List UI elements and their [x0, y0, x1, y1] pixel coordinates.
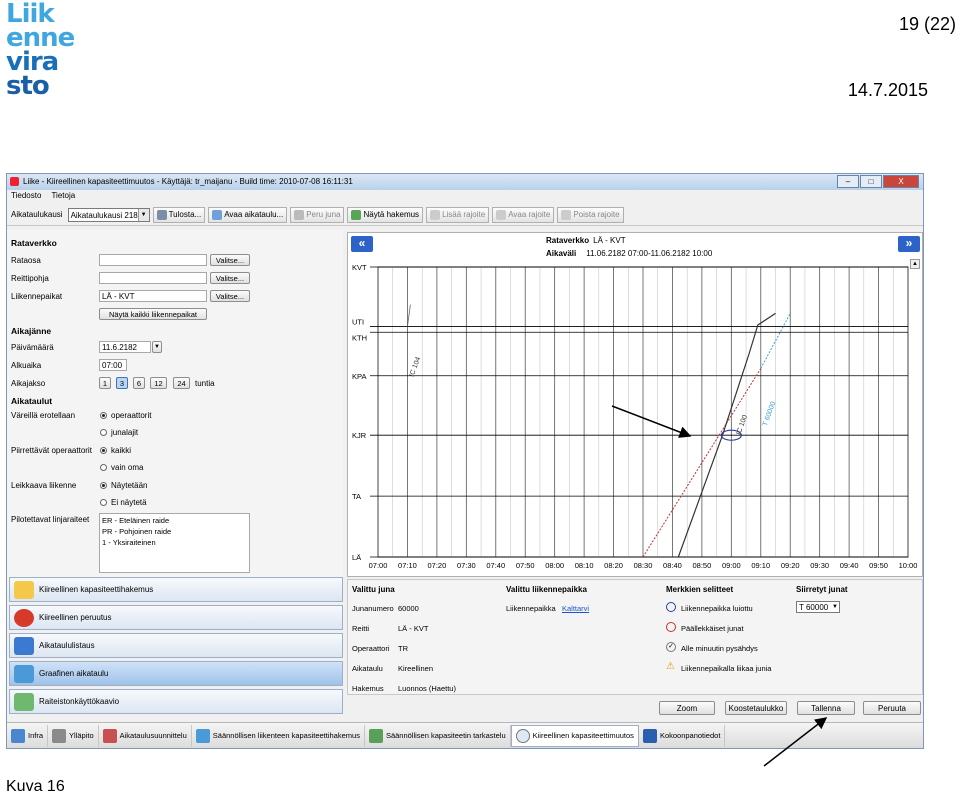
figure-caption: Kuva 16 — [6, 778, 65, 795]
annotation-arrow — [611, 405, 692, 438]
annotation-overlay — [611, 405, 828, 767]
annotation-arrow — [763, 717, 828, 767]
